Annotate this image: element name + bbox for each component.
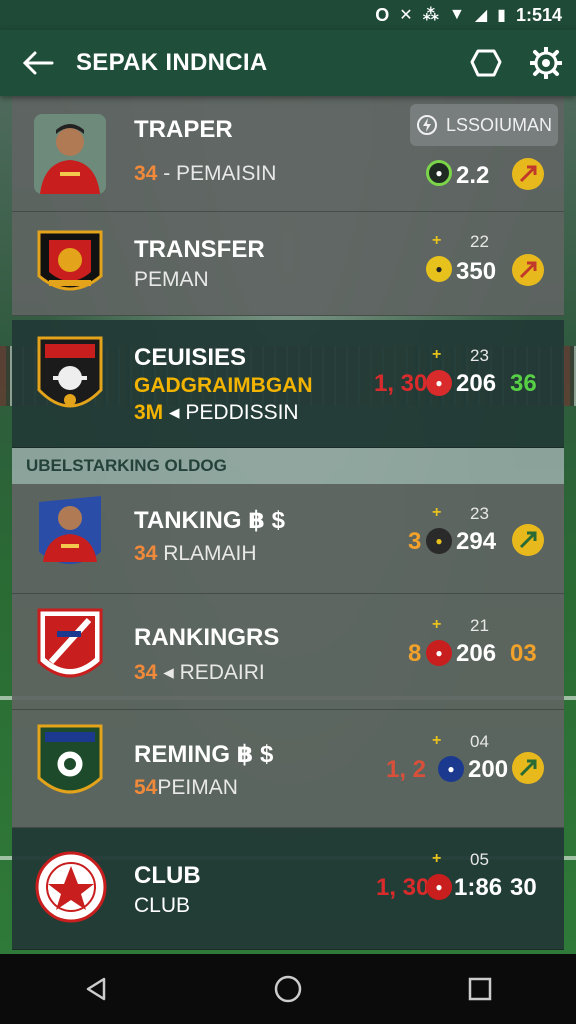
post-value: 30 xyxy=(510,874,537,901)
nav-back-button[interactable] xyxy=(56,954,136,1024)
list-item[interactable]: CLUB CLUB + 05 1, 30 ● 1:86 30 xyxy=(12,828,564,950)
club-subtitle: GADGRAIMBGAN xyxy=(134,374,313,397)
score-value: 206 xyxy=(456,640,497,667)
app-bar: SEPAK INDNCIA xyxy=(0,30,576,96)
ball-icon: ● xyxy=(426,160,452,186)
player-avatar xyxy=(34,114,106,194)
club-name: TANKING ฿ $ xyxy=(134,507,285,534)
transfer-arrow-icon[interactable] xyxy=(512,524,544,556)
small-count: 23 xyxy=(470,504,489,523)
ball-icon: ● xyxy=(426,370,452,396)
list-item[interactable]: CEUISIES GADGRAIMBGAN 3M ◂ PEDDISSIN + 2… xyxy=(12,320,564,448)
list-item[interactable]: TRAPER 34 - PEMAISIN LSSOIUMAN ● 2.2 xyxy=(12,96,564,212)
small-count: 21 xyxy=(470,616,489,635)
status-time: 1:514 xyxy=(515,4,562,25)
club-subtitle: 54PEIMAN xyxy=(134,776,238,799)
club-subtitle: 34 ◂ REDAIRI xyxy=(134,661,265,684)
status-bar: O ✕ ⁂ ▼ ◢ ▮ 1:514 xyxy=(0,0,576,30)
lssoiuman-button[interactable]: LSSOIUMAN xyxy=(410,104,558,146)
small-count: 04 xyxy=(470,732,489,751)
club-name: REMING ฿ $ xyxy=(134,741,274,768)
system-nav-bar xyxy=(0,954,576,1024)
signal-icon: ◢ xyxy=(474,7,488,24)
ball-icon: ● xyxy=(426,874,452,900)
section-header: UBELSTARKING OLDOG xyxy=(12,448,564,484)
ball-icon: ● xyxy=(438,756,464,782)
score-value: 2.2 xyxy=(456,162,490,189)
score-value: 206 xyxy=(456,370,497,397)
plus-icon: + xyxy=(432,732,442,749)
club-crest-icon xyxy=(34,336,106,418)
club-subtitle: CLUB xyxy=(134,894,191,917)
wifi-icon: ▼ xyxy=(448,6,465,23)
pre-value: 3 xyxy=(408,528,422,555)
club-subtitle: 34 RLAMAIH xyxy=(134,542,257,565)
list-item[interactable]: RANKINGRS 34 ◂ REDAIRI + 21 8 ● 206 03 xyxy=(12,594,564,710)
vibrate-icon: ⁂ xyxy=(422,7,439,24)
score-value: 294 xyxy=(456,528,497,555)
score-value: 1:86 xyxy=(454,874,503,901)
nfc-icon: ✕ xyxy=(399,7,413,24)
plus-icon: + xyxy=(432,232,442,249)
small-count: 23 xyxy=(470,346,489,365)
list-item[interactable]: REMING ฿ $ 54PEIMAN + 04 1, 2 ● 200 xyxy=(12,710,564,828)
transfer-arrow-icon[interactable] xyxy=(512,254,544,286)
status-indicator: O xyxy=(375,4,390,25)
small-count: 05 xyxy=(470,850,489,869)
battery-icon: ▮ xyxy=(497,7,506,24)
club-subtitle: 34 - PEMAISIN xyxy=(134,162,277,185)
player-avatar xyxy=(34,494,106,574)
pre-value: 8 xyxy=(408,640,422,667)
score-value: 200 xyxy=(468,756,509,783)
shield-button[interactable] xyxy=(456,30,516,96)
list-item[interactable]: TRANSFER PEMAN + 22 ● 350 xyxy=(12,212,564,316)
square-recents-icon xyxy=(468,977,492,1001)
back-button[interactable] xyxy=(0,30,76,96)
list-item[interactable]: TANKING ฿ $ 34 RLAMAIH + 23 3 ● 294 xyxy=(12,484,564,594)
pill-label: LSSOIUMAN xyxy=(445,114,553,135)
small-count: 22 xyxy=(470,232,489,251)
settings-button[interactable] xyxy=(516,30,576,96)
club-crest-icon xyxy=(34,608,106,688)
circle-home-icon xyxy=(274,975,302,1003)
club-name: CEUISIES xyxy=(134,344,247,371)
club-name: CLUB xyxy=(134,862,201,889)
plus-icon: + xyxy=(432,504,442,521)
score-value: 350 xyxy=(456,258,497,285)
club-crest-icon xyxy=(34,846,108,928)
plus-icon: + xyxy=(432,616,442,633)
ball-icon: ● xyxy=(426,256,452,282)
transfer-arrow-icon[interactable] xyxy=(512,158,544,190)
club-name: RANKINGRS xyxy=(134,624,280,651)
club-crest-icon xyxy=(34,224,106,304)
club-crest-icon xyxy=(34,724,106,804)
nav-home-button[interactable] xyxy=(248,954,328,1024)
club-subtitle: PEMAN xyxy=(134,268,209,291)
triangle-back-icon xyxy=(86,977,106,1001)
club-name: TRAPER xyxy=(134,116,233,143)
page-title: SEPAK INDNCIA xyxy=(76,49,268,76)
pre-value: 1, 30 xyxy=(376,874,430,901)
transfer-arrow-icon[interactable] xyxy=(512,752,544,784)
pre-value: 1, 2 xyxy=(386,756,427,783)
post-value: 03 xyxy=(510,640,537,667)
gear-icon xyxy=(530,47,562,79)
post-value: 36 xyxy=(510,370,537,397)
nav-recents-button[interactable] xyxy=(440,954,520,1024)
pre-value: 1, 30 xyxy=(374,370,428,397)
plus-icon: + xyxy=(432,850,442,867)
plus-icon: + xyxy=(432,346,442,363)
ball-icon: ● xyxy=(426,528,452,554)
arrow-left-icon xyxy=(22,51,54,75)
shield-icon xyxy=(470,49,502,77)
club-subtitle-line: 3M ◂ PEDDISSIN xyxy=(134,401,299,424)
club-name: TRANSFER xyxy=(134,236,265,263)
bolt-icon xyxy=(416,115,437,135)
ball-icon: ● xyxy=(426,640,452,666)
